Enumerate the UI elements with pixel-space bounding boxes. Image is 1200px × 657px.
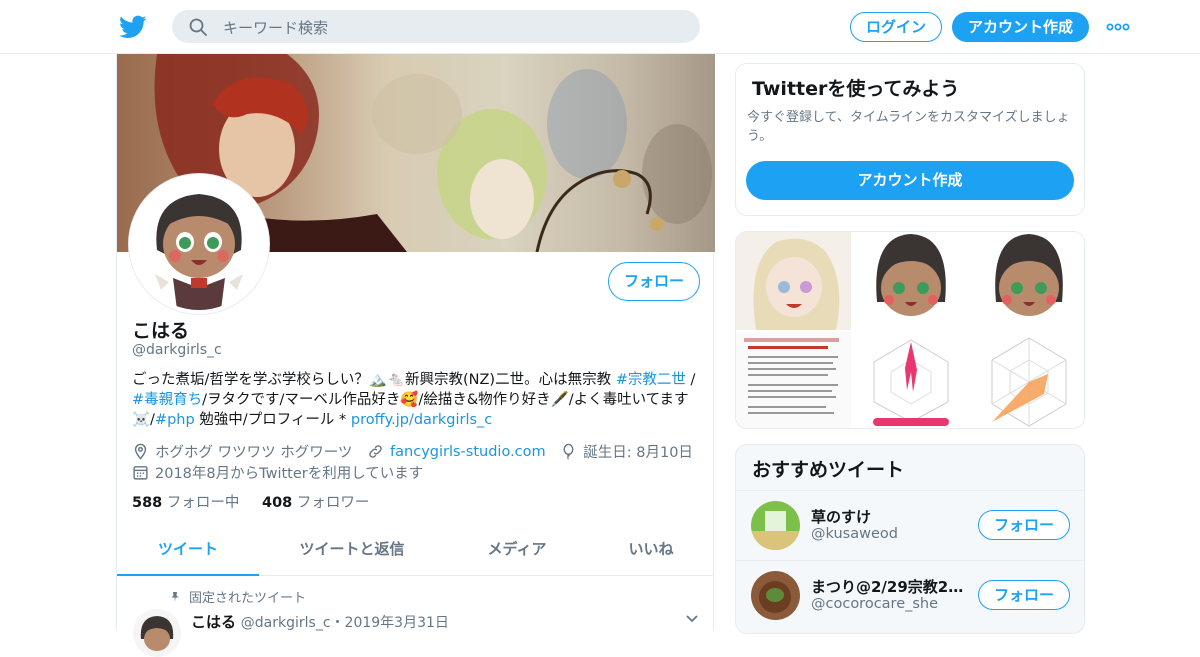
following-stat[interactable]: 588 フォロー中 xyxy=(132,495,239,511)
location-pin-icon xyxy=(134,443,147,460)
joined-text: 2018年8月からTwitterを利用しています xyxy=(155,466,424,482)
search-icon xyxy=(189,18,207,36)
search-bar[interactable]: キーワード検索 xyxy=(172,10,700,43)
bio-text-2: / xyxy=(685,372,696,388)
tab-tweets-and-replies[interactable]: ツイートと返信 xyxy=(259,524,445,576)
recommended-follow-button[interactable]: フォロー xyxy=(978,580,1070,610)
follow-stats: 588 フォロー中 408 フォロワー xyxy=(132,491,387,512)
media-thumbnail[interactable] xyxy=(972,332,1084,428)
recommended-follow-button[interactable]: フォロー xyxy=(978,510,1070,540)
profile-bio: ごった煮垢/哲学を学ぶ学校らしい？🏔️🐁新興宗教(NZ)二世。心は無宗教 #宗教… xyxy=(132,370,702,430)
birthday-item: 誕生日: 8月10日 xyxy=(560,441,693,462)
tweet-date[interactable]: 2019年3月31日 xyxy=(345,615,449,631)
recommended-user-row[interactable]: まつり@2/29宗教2世オフ会 @cocorocare_she フォロー xyxy=(736,560,1084,630)
location-item: ホグホグ ワツワツ ホグワーツ xyxy=(132,441,352,462)
top-bar: キーワード検索 ログイン アカウント作成 xyxy=(0,0,1200,54)
recommended-user-handle[interactable]: @kusaweod xyxy=(811,526,898,542)
media-thumbnail[interactable] xyxy=(853,332,970,428)
tweet-avatar[interactable] xyxy=(133,609,181,657)
balloon-icon xyxy=(563,443,574,460)
website-item[interactable]: fancygirls-studio.com xyxy=(367,443,546,460)
hashtag-link[interactable]: #毒親育ち xyxy=(132,392,202,408)
hashtag-link[interactable]: #php xyxy=(155,412,195,428)
recommended-user-avatar[interactable] xyxy=(751,501,800,550)
signup-prompt-description: 今すぐ登録して、タイムラインをカスタマイズしましょう。 xyxy=(747,110,1070,144)
follow-button[interactable]: フォロー xyxy=(608,262,700,301)
profile-link[interactable]: proffy.jp/darkgirls_c xyxy=(351,412,492,428)
link-icon xyxy=(369,445,382,458)
profile-tabs: ツイート ツイートと返信 メディア いいね xyxy=(117,524,713,576)
tab-tweets[interactable]: ツイート xyxy=(117,524,259,576)
tab-likes[interactable]: いいね xyxy=(589,524,713,576)
twitter-bird-icon[interactable] xyxy=(119,13,147,41)
media-thumbnail[interactable] xyxy=(853,232,970,330)
followers-stat[interactable]: 408 フォロワー xyxy=(262,495,369,511)
tweet-author-name[interactable]: こはる xyxy=(191,613,236,631)
login-button[interactable]: ログイン xyxy=(850,12,942,42)
recommended-tweets-card: おすすめツイート 草のすけ @kusaweod フォロー まつり@2/29宗教2… xyxy=(735,444,1085,634)
media-thumbnail[interactable] xyxy=(736,332,851,428)
media-thumbnail[interactable] xyxy=(736,232,851,330)
pinned-label: 固定されたツイート xyxy=(169,587,306,606)
profile-handle: @darkgirls_c xyxy=(132,342,222,358)
website-link[interactable]: fancygirls-studio.com xyxy=(390,444,546,460)
signup-prompt-card: Twitterを使ってみよう 今すぐ登録して、タイムラインをカスタマイズしましょ… xyxy=(735,63,1085,216)
recommended-user-row[interactable]: 草のすけ @kusaweod フォロー xyxy=(736,490,1084,560)
bio-text-1: ごった煮垢/哲学を学ぶ学校らしい？🏔️🐁新興宗教(NZ)二世。心は無宗教 xyxy=(132,372,616,388)
calendar-icon xyxy=(133,466,148,480)
profile-column: フォロー こはる @darkgirls_c ごった煮垢/哲学を学ぶ学校らしい？🏔… xyxy=(116,54,715,657)
followers-count: 408 xyxy=(262,495,293,511)
pinned-tweet-header: こはる @darkgirls_c・2019年3月31日 xyxy=(191,611,449,632)
search-input[interactable]: キーワード検索 xyxy=(223,17,328,38)
location-text: ホグホグ ワツワツ ホグワーツ xyxy=(155,445,353,461)
tab-media[interactable]: メディア xyxy=(445,524,589,576)
bio-text-4: 勉強中/プロフィール * xyxy=(194,412,351,428)
tweet-author-handle[interactable]: @darkgirls_c xyxy=(241,615,331,631)
recommended-user-handle[interactable]: @cocorocare_she xyxy=(811,596,938,612)
birthday-text: 誕生日: 8月10日 xyxy=(583,445,693,461)
signup-button[interactable]: アカウント作成 xyxy=(952,12,1089,42)
profile-meta: ホグホグ ワツワツ ホグワーツ fancygirls-studio.com 誕生… xyxy=(132,441,703,464)
profile-joined: 2018年8月からTwitterを利用しています xyxy=(132,462,433,485)
signup-prompt-title: Twitterを使ってみよう xyxy=(752,78,960,100)
recommended-user-name[interactable]: 草のすけ xyxy=(811,506,971,527)
joined-item: 2018年8月からTwitterを利用しています xyxy=(132,462,423,483)
tweet-separator: ・ xyxy=(330,615,345,631)
recommended-user-name[interactable]: まつり@2/29宗教2世オフ会 xyxy=(811,576,971,597)
following-count: 588 xyxy=(132,495,163,511)
recommended-user-avatar[interactable] xyxy=(751,571,800,620)
hashtag-link[interactable]: #宗教二世 xyxy=(616,372,686,388)
media-gallery xyxy=(735,231,1085,429)
profile-name: こはる xyxy=(132,320,190,342)
following-label: フォロー中 xyxy=(166,495,240,511)
sidebar-signup-button[interactable]: アカウント作成 xyxy=(746,161,1074,200)
followers-label: フォロワー xyxy=(296,495,370,511)
pinned-text: 固定されたツイート xyxy=(189,591,307,606)
chevron-down-icon[interactable] xyxy=(684,611,700,627)
recommended-title: おすすめツイート xyxy=(752,459,905,481)
profile-avatar[interactable] xyxy=(129,174,269,314)
pin-icon xyxy=(171,592,179,602)
media-thumbnail[interactable] xyxy=(972,232,1084,330)
more-icon[interactable] xyxy=(1106,20,1130,34)
